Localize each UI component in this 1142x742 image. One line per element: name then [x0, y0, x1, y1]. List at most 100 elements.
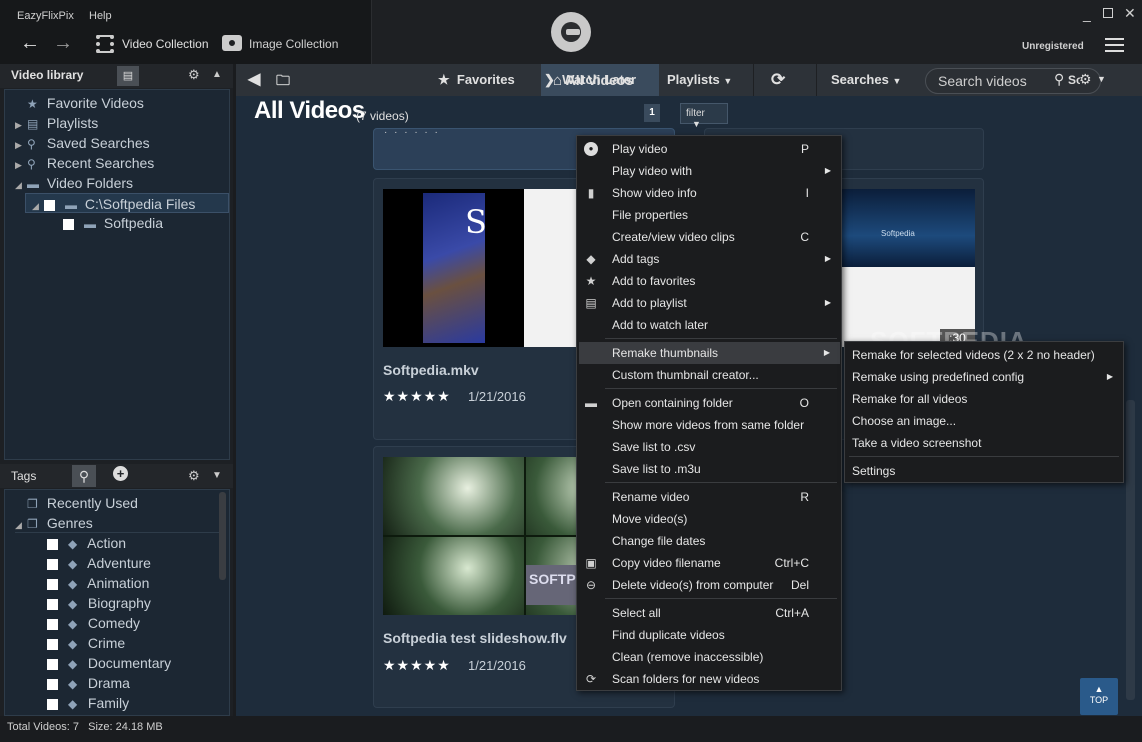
- menu-item-play-video-with[interactable]: Play video with ▶: [577, 160, 841, 182]
- tag-drama[interactable]: ◆ Drama: [47, 673, 130, 693]
- registration-status[interactable]: Unregistered: [1022, 41, 1084, 52]
- menu-item-add-to-playlist[interactable]: ▤ Add to playlist ▶: [577, 292, 841, 314]
- tag-biography[interactable]: ◆ Biography: [47, 593, 151, 613]
- submenu-item-remake-selected[interactable]: Remake for selected videos (2 x 2 no hea…: [845, 344, 1123, 366]
- close-icon[interactable]: ✕: [1124, 5, 1136, 22]
- library-settings-gear-icon[interactable]: ⚙: [188, 67, 200, 83]
- library-item-softpedia-files[interactable]: ◢ ▬ C:\Softpedia Files: [25, 193, 229, 213]
- refresh-icon[interactable]: ⟳: [771, 64, 785, 96]
- menu-item-change-dates[interactable]: Change file dates: [577, 530, 841, 552]
- tab-playlists[interactable]: Playlists ▼: [667, 64, 732, 96]
- menu-item-save-csv[interactable]: Save list to .csv: [577, 436, 841, 458]
- checkbox[interactable]: [63, 218, 74, 230]
- checkbox[interactable]: [47, 678, 58, 690]
- expand-icon[interactable]: ▶: [15, 135, 27, 155]
- library-item-saved-searches[interactable]: ▶ ⚲ Saved Searches: [15, 133, 150, 153]
- content-scrollbar[interactable]: [1126, 400, 1135, 700]
- image-collection-button[interactable]: Image Collection: [249, 37, 338, 51]
- library-item-recent-searches[interactable]: ▶ ⚲ Recent Searches: [15, 153, 154, 173]
- sort-chevron-down-icon[interactable]: ▼: [1097, 74, 1106, 84]
- checkbox[interactable]: [47, 698, 58, 710]
- collapse-icon[interactable]: ◢: [15, 515, 27, 535]
- tag-comedy[interactable]: ◆ Comedy: [47, 613, 140, 633]
- minimize-icon[interactable]: _: [1083, 6, 1091, 22]
- back-arrow-icon[interactable]: ←: [20, 32, 40, 55]
- tag-action[interactable]: ◆ Action: [47, 533, 126, 553]
- menu-item-add-tags[interactable]: ◆ Add tags ▶: [577, 248, 841, 270]
- library-item-softpedia[interactable]: ▬ Softpedia: [63, 213, 163, 233]
- video-collection-button[interactable]: Video Collection: [122, 37, 209, 51]
- menu-item-add-to-favorites[interactable]: ★ Add to favorites: [577, 270, 841, 292]
- menu-item-same-folder[interactable]: Show more videos from same folder: [577, 414, 841, 436]
- checkbox[interactable]: [47, 598, 58, 610]
- hamburger-menu-icon[interactable]: [1105, 38, 1124, 52]
- tag-search-icon[interactable]: ⚲: [72, 465, 96, 487]
- tab-favorites[interactable]: ★ Favorites: [438, 64, 515, 96]
- collapse-icon[interactable]: ◢: [32, 196, 44, 216]
- expand-icon[interactable]: ▶: [15, 115, 27, 135]
- tag-adventure[interactable]: ◆ Adventure: [47, 553, 151, 573]
- video-title[interactable]: Softpedia.mkv: [383, 362, 479, 378]
- checkbox[interactable]: [47, 578, 58, 590]
- search-icon[interactable]: ⚲: [1054, 71, 1064, 88]
- library-item-video-folders[interactable]: ◢ ▬ Video Folders: [15, 173, 133, 193]
- folder-nav-icon[interactable]: 🗀: [276, 64, 290, 96]
- menu-item-find-duplicates[interactable]: Find duplicate videos: [577, 624, 841, 646]
- checkbox[interactable]: [47, 658, 58, 670]
- menu-item-scan-folders[interactable]: ⟳ Scan folders for new videos: [577, 668, 841, 690]
- checkbox[interactable]: [44, 199, 55, 211]
- page-number[interactable]: 1: [644, 104, 660, 122]
- menu-item-file-properties[interactable]: File properties: [577, 204, 841, 226]
- searches-dropdown[interactable]: Searches ▼: [831, 64, 901, 96]
- collapse-down-icon[interactable]: ▼: [212, 470, 222, 481]
- menu-item-save-m3u[interactable]: Save list to .m3u: [577, 458, 841, 480]
- library-item-favorite-videos[interactable]: ★ Favorite Videos: [15, 93, 144, 113]
- menu-item-rename[interactable]: Rename video R: [577, 486, 841, 508]
- folder-view-icon[interactable]: ▤: [117, 66, 139, 86]
- filter-dropdown[interactable]: filter ▼: [680, 103, 728, 129]
- menu-item-open-folder[interactable]: ▬ Open containing folder O: [577, 392, 841, 414]
- tag-recently-used[interactable]: ❐ Recently Used: [15, 493, 138, 513]
- checkbox[interactable]: [47, 538, 58, 550]
- tags-settings-gear-icon[interactable]: ⚙: [188, 468, 200, 484]
- submenu-item-predefined-config[interactable]: Remake using predefined config ▶: [845, 366, 1123, 388]
- menu-item-add-to-watch-later[interactable]: Add to watch later: [577, 314, 841, 336]
- menu-item-show-video-info[interactable]: ▮ Show video info I: [577, 182, 841, 204]
- submenu-item-settings[interactable]: Settings: [845, 460, 1123, 482]
- checkbox[interactable]: [47, 558, 58, 570]
- tags-scrollbar[interactable]: [219, 492, 226, 580]
- menu-item-remake-thumbnails[interactable]: Remake thumbnails ▶: [579, 342, 840, 364]
- tag-family[interactable]: ◆ Family: [47, 693, 129, 713]
- tag-animation[interactable]: ◆ Animation: [47, 573, 149, 593]
- menu-item-copy-filename[interactable]: ▣ Copy video filename Ctrl+C: [577, 552, 841, 574]
- menu-item-clean[interactable]: Clean (remove inaccessible): [577, 646, 841, 668]
- menu-item-select-all[interactable]: Select all Ctrl+A: [577, 602, 841, 624]
- nav-back-icon[interactable]: ◀: [248, 64, 260, 96]
- rating-stars[interactable]: ★★★★★: [383, 657, 451, 674]
- maximize-icon[interactable]: [1103, 8, 1113, 18]
- checkbox[interactable]: [47, 638, 58, 650]
- scroll-to-top-button[interactable]: ▲ TOP: [1080, 678, 1118, 715]
- video-title[interactable]: Softpedia test slideshow.flv: [383, 630, 567, 646]
- menu-item-video-clips[interactable]: Create/view video clips C: [577, 226, 841, 248]
- tag-genres[interactable]: ◢ ❐ Genres: [15, 513, 219, 533]
- add-tag-icon[interactable]: +: [113, 466, 128, 481]
- collapse-up-icon[interactable]: ▲: [212, 69, 222, 80]
- submenu-item-remake-all[interactable]: Remake for all videos: [845, 388, 1123, 410]
- menu-app[interactable]: EazyFlixPix: [17, 10, 74, 22]
- menu-help[interactable]: Help: [89, 10, 112, 22]
- tag-crime[interactable]: ◆ Crime: [47, 633, 125, 653]
- submenu-item-choose-image[interactable]: Choose an image...: [845, 410, 1123, 432]
- rating-stars[interactable]: ★★★★★: [383, 388, 451, 405]
- forward-arrow-icon[interactable]: →: [53, 32, 73, 55]
- submenu-item-video-screenshot[interactable]: Take a video screenshot: [845, 432, 1123, 454]
- tab-watch-later[interactable]: ❯ Watch Later: [544, 64, 636, 96]
- menu-item-move[interactable]: Move video(s): [577, 508, 841, 530]
- checkbox[interactable]: [47, 618, 58, 630]
- collapse-icon[interactable]: ◢: [15, 175, 27, 195]
- expand-icon[interactable]: ▶: [15, 155, 27, 175]
- menu-item-custom-thumbnail[interactable]: Custom thumbnail creator...: [577, 364, 841, 386]
- menu-item-delete[interactable]: ⊖ Delete video(s) from computer Del: [577, 574, 841, 596]
- menu-item-play-video[interactable]: ● Play video P: [577, 138, 841, 160]
- sort-settings-gear-icon[interactable]: ⚙: [1079, 71, 1092, 88]
